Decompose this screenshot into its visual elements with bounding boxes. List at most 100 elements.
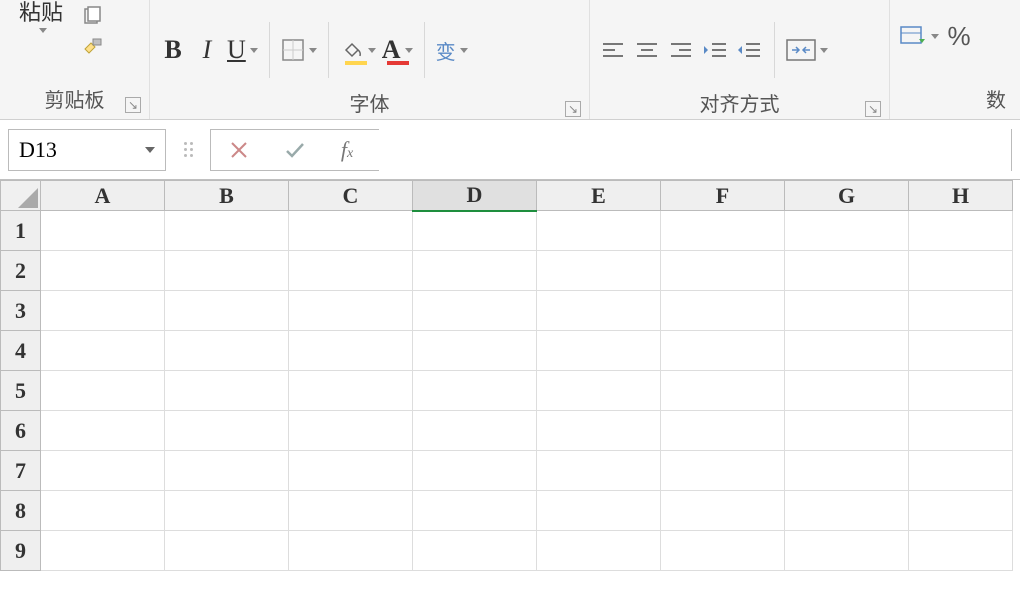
row-header-2[interactable]: 2 bbox=[1, 251, 41, 291]
cell-F1[interactable] bbox=[661, 211, 785, 251]
increase-indent-button[interactable] bbox=[734, 32, 764, 68]
underline-button[interactable]: U bbox=[226, 32, 259, 68]
cell-A1[interactable] bbox=[41, 211, 165, 251]
cell-F9[interactable] bbox=[661, 531, 785, 571]
column-header-F[interactable]: F bbox=[661, 181, 785, 211]
column-header-G[interactable]: G bbox=[785, 181, 909, 211]
align-right-button[interactable] bbox=[666, 32, 696, 68]
cell-B8[interactable] bbox=[165, 491, 289, 531]
copy-icon[interactable] bbox=[78, 2, 108, 32]
paste-button[interactable]: 粘贴 bbox=[6, 2, 76, 33]
cell-E8[interactable] bbox=[537, 491, 661, 531]
formula-input[interactable] bbox=[379, 129, 1011, 171]
cell-E1[interactable] bbox=[537, 211, 661, 251]
cell-E2[interactable] bbox=[537, 251, 661, 291]
cell-D7[interactable] bbox=[413, 451, 537, 491]
cell-F2[interactable] bbox=[661, 251, 785, 291]
cell-A5[interactable] bbox=[41, 371, 165, 411]
fill-color-button[interactable] bbox=[339, 32, 377, 68]
clipboard-launcher[interactable] bbox=[125, 97, 141, 113]
cell-H3[interactable] bbox=[909, 291, 1013, 331]
cell-D3[interactable] bbox=[413, 291, 537, 331]
cell-H6[interactable] bbox=[909, 411, 1013, 451]
cell-C3[interactable] bbox=[289, 291, 413, 331]
phonetic-guide-button[interactable]: 变 bbox=[435, 32, 469, 68]
cell-B4[interactable] bbox=[165, 331, 289, 371]
column-header-C[interactable]: C bbox=[289, 181, 413, 211]
cell-E9[interactable] bbox=[537, 531, 661, 571]
column-header-E[interactable]: E bbox=[537, 181, 661, 211]
cell-H7[interactable] bbox=[909, 451, 1013, 491]
cell-C2[interactable] bbox=[289, 251, 413, 291]
cell-F4[interactable] bbox=[661, 331, 785, 371]
cell-D2[interactable] bbox=[413, 251, 537, 291]
column-header-D[interactable]: D bbox=[413, 181, 537, 211]
cell-H4[interactable] bbox=[909, 331, 1013, 371]
row-header-6[interactable]: 6 bbox=[1, 411, 41, 451]
cell-F3[interactable] bbox=[661, 291, 785, 331]
insert-function-button[interactable]: fx bbox=[323, 130, 379, 170]
cell-G7[interactable] bbox=[785, 451, 909, 491]
cell-G1[interactable] bbox=[785, 211, 909, 251]
cell-C9[interactable] bbox=[289, 531, 413, 571]
cell-B3[interactable] bbox=[165, 291, 289, 331]
cell-H1[interactable] bbox=[909, 211, 1013, 251]
cell-A4[interactable] bbox=[41, 331, 165, 371]
column-header-B[interactable]: B bbox=[165, 181, 289, 211]
cell-G3[interactable] bbox=[785, 291, 909, 331]
align-left-button[interactable] bbox=[598, 32, 628, 68]
cell-D4[interactable] bbox=[413, 331, 537, 371]
cell-D1[interactable] bbox=[413, 211, 537, 251]
cell-G5[interactable] bbox=[785, 371, 909, 411]
number-format-button[interactable] bbox=[898, 18, 940, 54]
cell-H2[interactable] bbox=[909, 251, 1013, 291]
cell-A3[interactable] bbox=[41, 291, 165, 331]
cell-F5[interactable] bbox=[661, 371, 785, 411]
row-header-8[interactable]: 8 bbox=[1, 491, 41, 531]
cell-B9[interactable] bbox=[165, 531, 289, 571]
cell-G2[interactable] bbox=[785, 251, 909, 291]
font-color-button[interactable]: A bbox=[381, 32, 414, 68]
row-header-7[interactable]: 7 bbox=[1, 451, 41, 491]
row-header-1[interactable]: 1 bbox=[1, 211, 41, 251]
cell-C6[interactable] bbox=[289, 411, 413, 451]
align-launcher[interactable] bbox=[865, 101, 881, 117]
cancel-button[interactable] bbox=[211, 130, 267, 170]
align-center-button[interactable] bbox=[632, 32, 662, 68]
cell-A8[interactable] bbox=[41, 491, 165, 531]
decrease-indent-button[interactable] bbox=[700, 32, 730, 68]
cell-G9[interactable] bbox=[785, 531, 909, 571]
cell-H8[interactable] bbox=[909, 491, 1013, 531]
italic-button[interactable]: I bbox=[192, 32, 222, 68]
row-header-9[interactable]: 9 bbox=[1, 531, 41, 571]
borders-button[interactable] bbox=[280, 32, 318, 68]
cell-A9[interactable] bbox=[41, 531, 165, 571]
cell-E6[interactable] bbox=[537, 411, 661, 451]
cell-G6[interactable] bbox=[785, 411, 909, 451]
cell-D9[interactable] bbox=[413, 531, 537, 571]
cell-D5[interactable] bbox=[413, 371, 537, 411]
cell-A7[interactable] bbox=[41, 451, 165, 491]
cell-H9[interactable] bbox=[909, 531, 1013, 571]
cell-C7[interactable] bbox=[289, 451, 413, 491]
cell-E3[interactable] bbox=[537, 291, 661, 331]
cell-D6[interactable] bbox=[413, 411, 537, 451]
row-header-5[interactable]: 5 bbox=[1, 371, 41, 411]
cell-B2[interactable] bbox=[165, 251, 289, 291]
cell-B7[interactable] bbox=[165, 451, 289, 491]
cell-E7[interactable] bbox=[537, 451, 661, 491]
name-box[interactable]: D13 bbox=[8, 129, 166, 171]
cell-G4[interactable] bbox=[785, 331, 909, 371]
bold-button[interactable]: B bbox=[158, 32, 188, 68]
font-launcher[interactable] bbox=[565, 101, 581, 117]
cell-B6[interactable] bbox=[165, 411, 289, 451]
select-all-corner[interactable] bbox=[1, 181, 41, 211]
cell-G8[interactable] bbox=[785, 491, 909, 531]
row-header-3[interactable]: 3 bbox=[1, 291, 41, 331]
cell-E4[interactable] bbox=[537, 331, 661, 371]
cell-F8[interactable] bbox=[661, 491, 785, 531]
row-header-4[interactable]: 4 bbox=[1, 331, 41, 371]
cell-B5[interactable] bbox=[165, 371, 289, 411]
cell-A6[interactable] bbox=[41, 411, 165, 451]
cell-D8[interactable] bbox=[413, 491, 537, 531]
